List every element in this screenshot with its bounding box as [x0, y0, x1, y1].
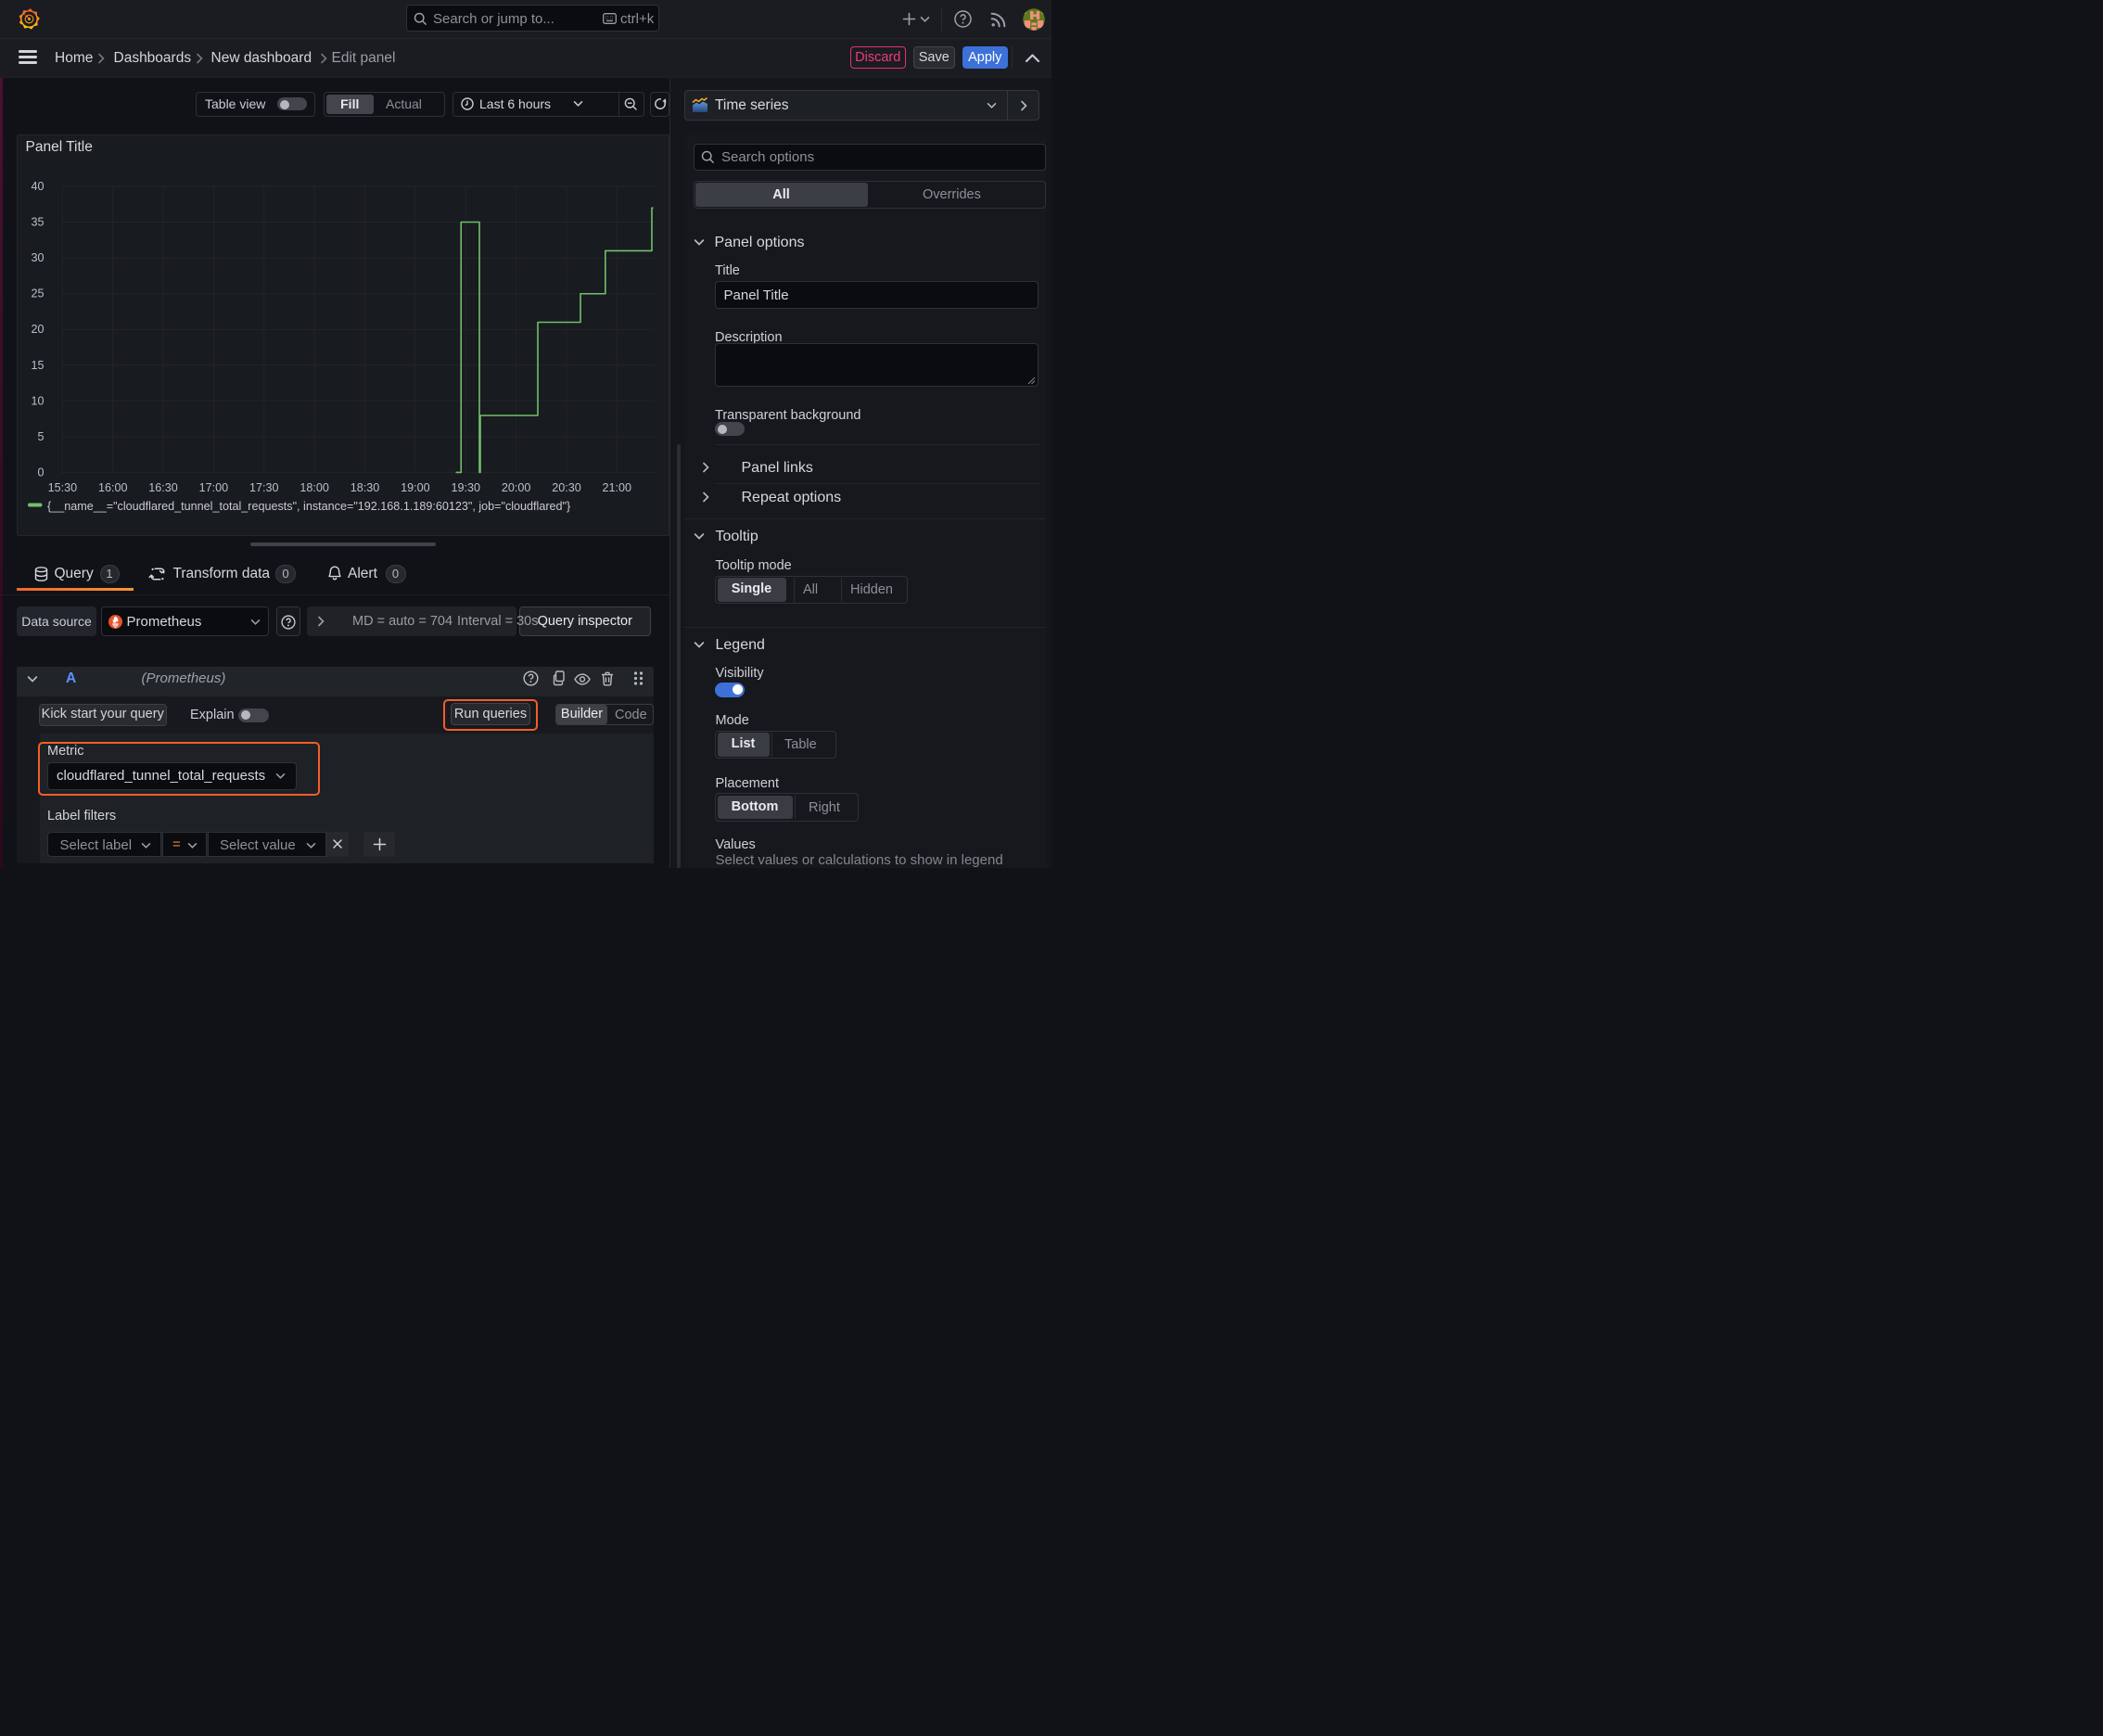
svg-text:19:00: 19:00 — [401, 481, 430, 494]
svg-text:18:00: 18:00 — [300, 481, 329, 494]
svg-text:35: 35 — [31, 216, 44, 229]
svg-text:15:30: 15:30 — [48, 481, 78, 494]
svg-text:20:30: 20:30 — [552, 481, 581, 494]
svg-text:5: 5 — [37, 430, 44, 443]
svg-text:16:30: 16:30 — [148, 481, 178, 494]
svg-text:25: 25 — [31, 287, 44, 300]
svg-text:19:30: 19:30 — [451, 481, 480, 494]
svg-text:16:00: 16:00 — [98, 481, 128, 494]
svg-text:20:00: 20:00 — [502, 481, 531, 494]
svg-text:17:00: 17:00 — [199, 481, 229, 494]
svg-text:10: 10 — [31, 394, 44, 407]
svg-text:21:00: 21:00 — [603, 481, 632, 494]
svg-text:17:30: 17:30 — [249, 481, 279, 494]
svg-text:40: 40 — [31, 180, 44, 193]
svg-text:20: 20 — [31, 323, 44, 336]
svg-text:{__name__="cloudflared_tunnel_: {__name__="cloudflared_tunnel_total_requ… — [47, 500, 570, 513]
svg-text:0: 0 — [37, 466, 44, 479]
svg-text:15: 15 — [31, 359, 44, 372]
svg-text:18:30: 18:30 — [350, 481, 380, 494]
svg-text:30: 30 — [31, 251, 44, 264]
